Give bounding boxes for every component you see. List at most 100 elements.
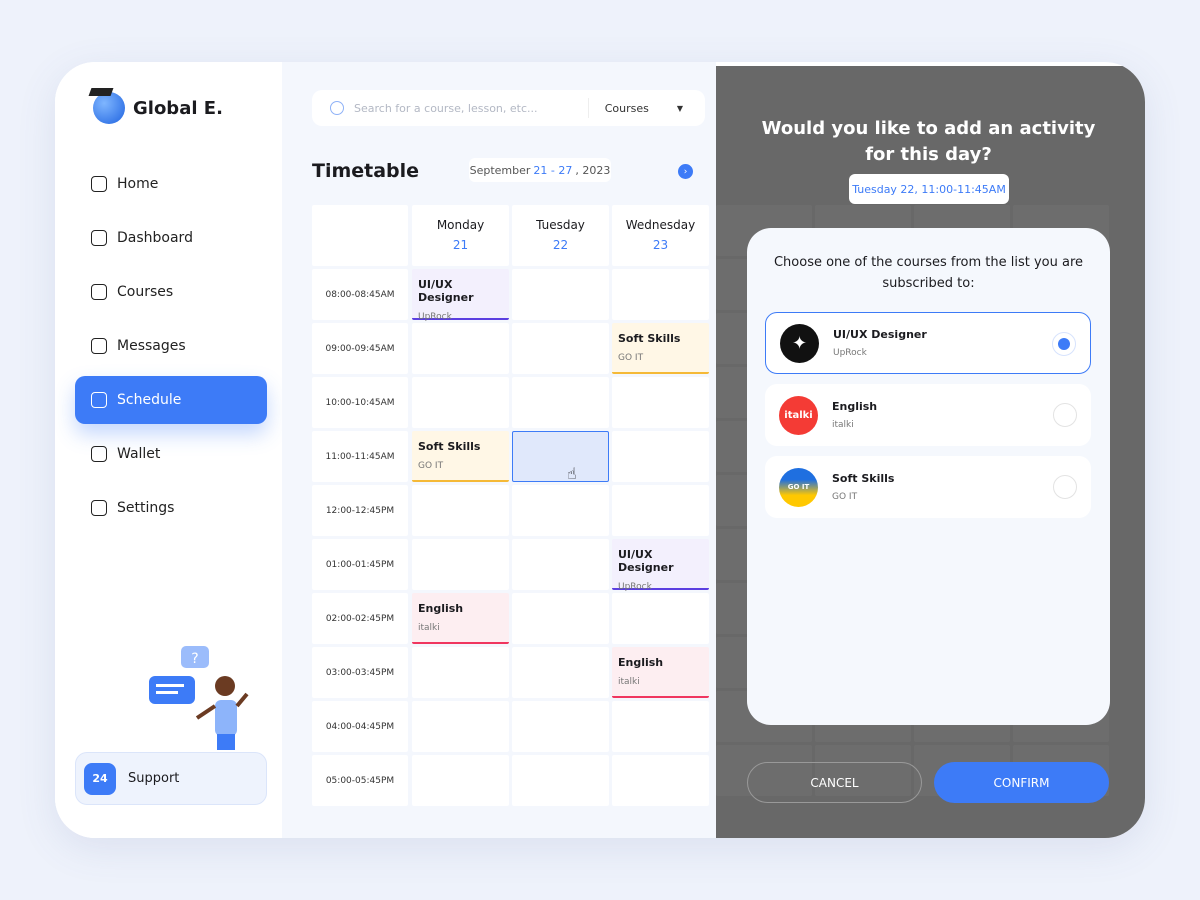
selected-slot[interactable]: ☝: [512, 431, 609, 483]
search-icon: [330, 101, 344, 115]
sidebar-item-settings[interactable]: Settings: [75, 484, 267, 532]
option-title: English: [832, 400, 878, 413]
sidebar-item-dashboard[interactable]: Dashboard: [75, 214, 267, 262]
sidebar: Global E. Home Dashboard Courses Messages Sc…: [55, 62, 282, 838]
time-text: 09:00-09:45AM: [325, 343, 395, 354]
radio-unselected[interactable]: [1053, 403, 1077, 427]
empty-slot[interactable]: [512, 485, 609, 536]
time-text: 11:00-11:45AM: [325, 451, 395, 462]
sidebar-item-home[interactable]: Home: [75, 160, 267, 208]
event-english[interactable]: English italki: [412, 593, 509, 644]
sidebar-item-messages[interactable]: Messages: [75, 322, 267, 370]
day-header: Wednesday 23: [612, 205, 709, 266]
search-input[interactable]: Search for a course, lesson, etc...: [354, 102, 588, 115]
course-option-soft-skills[interactable]: GO IT Soft Skills GO IT: [765, 456, 1091, 518]
dialog-question: Would you like to add an activity for th…: [761, 118, 1096, 165]
event-provider: italki: [618, 677, 640, 687]
next-week-button[interactable]: ›: [678, 164, 693, 179]
option-title: UI/UX Designer: [833, 328, 927, 341]
sidebar-item-schedule[interactable]: Schedule: [75, 376, 267, 424]
messages-icon: [91, 338, 107, 354]
event-english[interactable]: English italki: [612, 647, 709, 698]
empty-slot[interactable]: [512, 701, 609, 752]
day-name: Tuesday: [536, 218, 585, 232]
course-option-english[interactable]: italki English italki: [765, 384, 1091, 446]
time-text: 02:00-02:45PM: [325, 613, 395, 624]
empty-slot[interactable]: [512, 539, 609, 590]
modal-prompt: Choose one of the courses from the list …: [773, 255, 1084, 291]
day-name: Monday: [436, 218, 485, 232]
time-text: 05:00-05:45PM: [325, 775, 395, 786]
event-uiux[interactable]: UI/UX Designer UpRock: [412, 269, 509, 322]
day-name: Wednesday: [625, 218, 696, 232]
empty-slot[interactable]: [512, 647, 609, 698]
empty-slot[interactable]: [612, 485, 709, 536]
event-soft[interactable]: Soft Skills GO IT: [612, 323, 709, 374]
time-text: 01:00-01:45PM: [325, 559, 395, 570]
logo[interactable]: Global E.: [93, 92, 223, 124]
empty-slot[interactable]: [412, 539, 509, 590]
event-title: Soft Skills: [418, 440, 481, 453]
option-title: Soft Skills: [832, 472, 895, 485]
course-option-uiux[interactable]: ✦ UI/UX Designer UpRock: [765, 312, 1091, 374]
sidebar-item-label: Schedule: [117, 392, 182, 408]
hand-cursor-icon: ☝: [567, 464, 577, 483]
empty-slot[interactable]: [612, 701, 709, 752]
time-slot-label: 12:00-12:45PM: [312, 485, 408, 536]
empty-slot[interactable]: [412, 647, 509, 698]
sidebar-item-wallet[interactable]: Wallet: [75, 430, 267, 478]
empty-slot[interactable]: [412, 485, 509, 536]
support-illustration: ?: [149, 646, 249, 750]
sidebar-item-courses[interactable]: Courses: [75, 268, 267, 316]
sidebar-item-label: Wallet: [117, 446, 161, 462]
radio-unselected[interactable]: [1053, 475, 1077, 499]
empty-slot[interactable]: [612, 431, 709, 482]
time-slot-label: 10:00-10:45AM: [312, 377, 408, 428]
empty-slot[interactable]: [412, 323, 509, 374]
support-button[interactable]: 24 Support: [75, 752, 267, 805]
empty-slot[interactable]: [612, 377, 709, 428]
empty-slot[interactable]: [512, 755, 609, 806]
course-picker-modal: Choose one of the courses from the list …: [747, 228, 1110, 725]
globe-logo-icon: [93, 92, 125, 124]
empty-slot[interactable]: [612, 269, 709, 320]
caret-down-icon: ▼: [676, 103, 683, 113]
time-slot-label: 08:00-08:45AM: [312, 269, 408, 320]
cancel-button[interactable]: CANCEL: [747, 762, 922, 803]
settings-icon: [91, 500, 107, 516]
empty-slot[interactable]: [412, 377, 509, 428]
app-name: Global E.: [133, 97, 223, 119]
app-window: Global E. Home Dashboard Courses Messages Sc…: [55, 62, 1145, 838]
italki-logo-icon: italki: [779, 395, 818, 435]
filter-dropdown[interactable]: Courses ▼: [587, 98, 705, 118]
event-title: English: [618, 656, 664, 669]
empty-slot[interactable]: [512, 323, 609, 374]
day-date: 21: [452, 238, 469, 252]
event-uiux[interactable]: UI/UX Designer UpRock: [612, 539, 709, 592]
event-provider: UpRock: [418, 312, 452, 322]
time-slot-label: 02:00-02:45PM: [312, 593, 408, 644]
empty-slot[interactable]: [512, 377, 609, 428]
time-slot-label: 01:00-01:45PM: [312, 539, 408, 590]
grid-corner: [312, 205, 408, 266]
empty-slot[interactable]: [612, 755, 709, 806]
empty-slot[interactable]: [612, 593, 709, 644]
event-provider: GO IT: [618, 353, 644, 363]
sidebar-item-label: Settings: [117, 500, 175, 516]
event-soft[interactable]: Soft Skills GO IT: [412, 431, 509, 482]
event-title: UI/UX Designer: [418, 278, 474, 304]
empty-slot[interactable]: [512, 269, 609, 320]
time-text: 08:00-08:45AM: [325, 289, 395, 300]
radio-selected[interactable]: [1052, 332, 1076, 356]
page-title: Timetable: [312, 160, 420, 182]
time-slot-label: 04:00-04:45PM: [312, 701, 408, 752]
event-title: English: [418, 602, 464, 615]
home-icon: [91, 176, 107, 192]
empty-slot[interactable]: [412, 701, 509, 752]
confirm-button[interactable]: CONFIRM: [934, 762, 1109, 803]
day-date: 22: [552, 238, 569, 252]
dialog-overlay[interactable]: Would you like to add an activity for th…: [716, 66, 1145, 838]
event-provider: GO IT: [418, 461, 444, 471]
empty-slot[interactable]: [512, 593, 609, 644]
empty-slot[interactable]: [412, 755, 509, 806]
